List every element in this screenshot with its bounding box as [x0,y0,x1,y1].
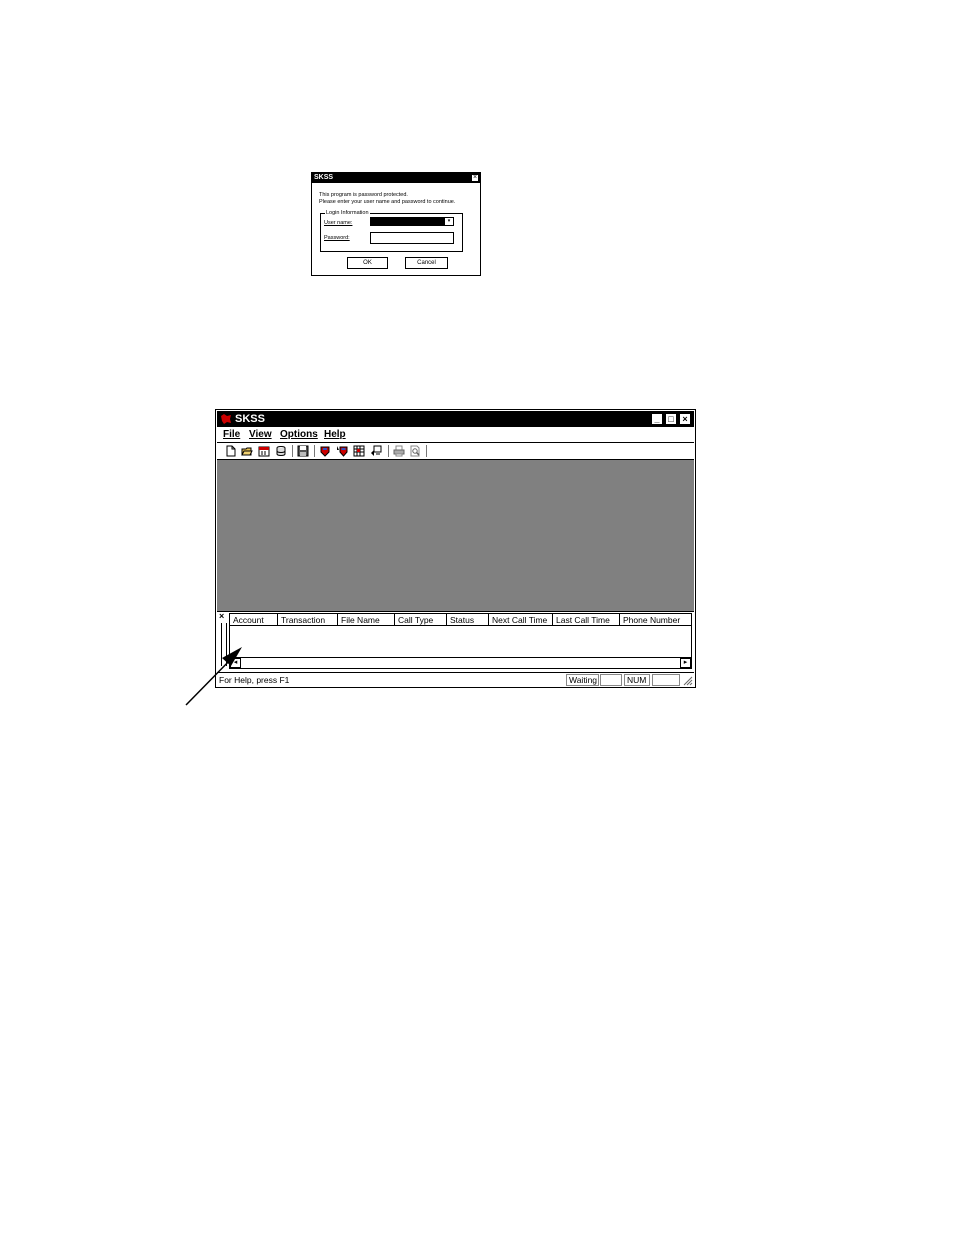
login-close-button[interactable]: × [471,174,479,182]
call-list-view[interactable]: Account Transaction File Name Call Type … [229,613,692,669]
main-title-bar: SKSS _ □ × [217,411,694,427]
password-input[interactable] [370,232,454,244]
login-message-line2: Please enter your user name and password… [319,199,456,205]
status-empty-pane [600,674,622,686]
status-empty-pane [652,674,680,686]
transfer-icon[interactable] [370,445,382,457]
login-group-label: Login Information [325,210,370,217]
scroll-right-icon[interactable]: ▸ [680,658,691,668]
password-label: Password: [324,235,350,241]
toolbar-separator [292,445,293,457]
open-folder-icon[interactable] [241,445,253,457]
calendar-icon[interactable] [258,445,270,457]
toolbar [217,442,694,460]
toolbar-separator [388,445,389,457]
cancel-button[interactable]: Cancel [405,257,448,269]
menu-file[interactable]: File [223,429,240,440]
column-header-account[interactable]: Account [230,614,278,626]
close-button[interactable]: × [679,413,691,425]
scroll-left-icon[interactable]: ◂ [230,658,241,668]
column-header-phone-number[interactable]: Phone Number [620,614,691,626]
main-window: SKSS _ □ × File View Options Help × Acco… [215,409,696,688]
column-header-last-call-time[interactable]: Last Call Time [553,614,620,626]
status-num-pane: NUM [624,674,650,686]
print-icon[interactable] [393,445,405,457]
new-file-icon[interactable] [225,445,237,457]
status-bar: For Help, press F1 Waiting NUM [217,672,694,687]
ok-button[interactable]: OK [347,257,388,269]
toolbar-separator [314,445,315,457]
maximize-button[interactable]: □ [665,413,677,425]
minimize-button[interactable]: _ [651,413,663,425]
dropdown-arrow-icon[interactable]: ▾ [444,218,453,225]
login-title-bar: SKSS [312,173,480,183]
status-state-pane: Waiting [566,674,599,686]
panel-close-button[interactable]: × [219,612,224,621]
toolbar-separator [426,445,427,457]
horizontal-scrollbar[interactable]: ◂ ▸ [230,657,691,668]
menu-options[interactable]: Options [280,429,318,440]
mdi-workspace [217,460,694,612]
login-title: SKSS [314,174,334,181]
column-header-status[interactable]: Status [447,614,489,626]
column-header-file-name[interactable]: File Name [338,614,395,626]
menu-help[interactable]: Help [324,429,346,440]
menu-bar: File View Options Help [217,427,694,442]
resize-grip-icon[interactable] [683,676,693,686]
panel-grip-handle[interactable] [221,623,227,666]
app-logo-icon [221,414,231,424]
column-header-transaction[interactable]: Transaction [278,614,338,626]
user-name-label: User name: [324,220,353,226]
main-title: SKSS [235,413,265,425]
column-header-call-type[interactable]: Call Type [395,614,447,626]
save-icon[interactable] [297,445,309,457]
menu-view[interactable]: View [249,429,272,440]
database-icon[interactable] [275,445,287,457]
login-message-line1: This program is password protected. [319,192,408,198]
call-in-icon[interactable] [336,445,348,457]
call-list-panel: × Account Transaction File Name Call Typ… [217,612,694,671]
login-dialog: SKSS × This program is password protecte… [311,172,481,276]
schedule-grid-icon[interactable] [353,445,365,457]
call-out-icon[interactable] [319,445,331,457]
status-help-text: For Help, press F1 [219,675,290,685]
column-header-next-call-time[interactable]: Next Call Time [489,614,553,626]
print-preview-icon[interactable] [409,445,421,457]
user-name-dropdown[interactable]: ▾ [370,217,454,226]
